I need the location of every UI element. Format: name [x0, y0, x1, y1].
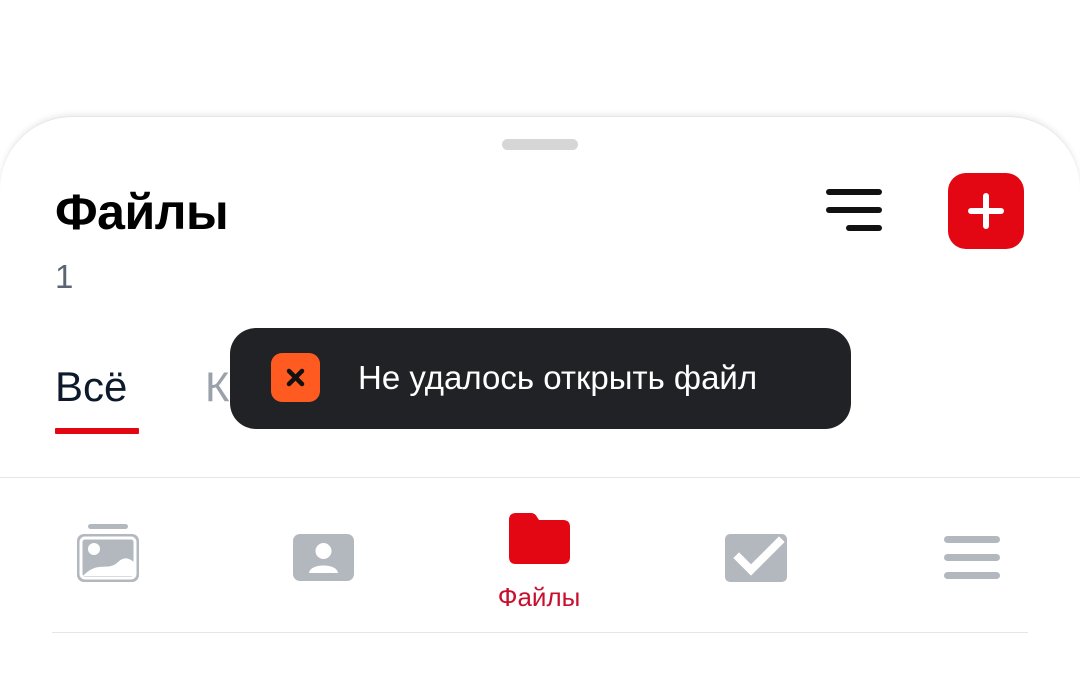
file-count: 1	[55, 258, 74, 295]
menu-icon	[944, 536, 1000, 579]
sort-button[interactable]	[820, 185, 888, 237]
add-file-button[interactable]	[948, 173, 1024, 249]
divider	[0, 477, 1080, 478]
active-tab-indicator	[55, 428, 139, 434]
tab-second[interactable]: К	[205, 362, 229, 412]
nav-item-contacts[interactable]	[253, 500, 393, 620]
folder-icon	[509, 513, 570, 564]
page-title: Файлы	[55, 184, 229, 240]
nav-item-menu[interactable]	[902, 500, 1042, 620]
divider	[52, 632, 1028, 633]
checklist-icon	[725, 534, 787, 582]
sort-lines-icon	[826, 189, 882, 195]
nav-label-files: Файлы	[497, 582, 581, 612]
nav-item-files[interactable]: Файлы	[469, 500, 609, 620]
contacts-icon	[293, 534, 354, 581]
error-x-icon	[271, 353, 320, 402]
error-toast: Не удалось открыть файл	[230, 328, 851, 429]
toast-message: Не удалось открыть файл	[358, 359, 758, 396]
drag-handle[interactable]	[502, 139, 578, 150]
tab-all[interactable]: Всё	[55, 362, 127, 412]
nav-item-tasks[interactable]	[686, 500, 826, 620]
nav-item-gallery[interactable]	[38, 500, 178, 620]
gallery-icon	[77, 524, 139, 582]
